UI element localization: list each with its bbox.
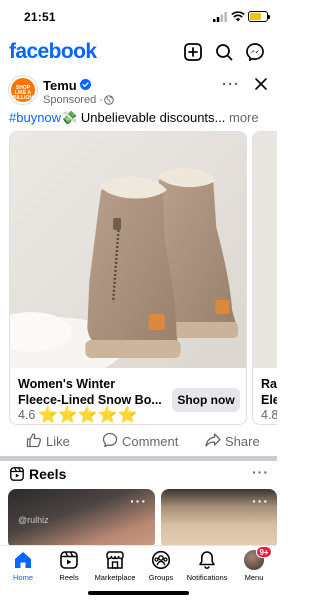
globe-icon — [104, 95, 114, 105]
search-icon[interactable] — [215, 43, 233, 61]
facebook-logo[interactable]: facebook — [9, 40, 97, 64]
post-options-icon[interactable]: ··· — [222, 76, 240, 93]
product-rating: 4.6 — [18, 408, 36, 422]
reels-icon — [60, 551, 78, 569]
caption-emoji: 💸 — [61, 110, 78, 125]
post-action-bar: Like Comment Share — [0, 430, 277, 452]
post-header: SHOP LIKE A BILLIONAIRE Temu Sponsored ·… — [0, 72, 277, 110]
nav-marketplace[interactable]: Marketplace — [90, 550, 140, 590]
nav-home[interactable]: Home — [0, 550, 48, 590]
marketplace-icon — [106, 551, 124, 569]
comment-icon — [102, 432, 118, 448]
reels-title: Reels — [29, 466, 67, 482]
reel-options-icon[interactable]: ··· — [130, 493, 147, 509]
nav-notifications[interactable]: Notifications — [182, 550, 232, 590]
reels-icon — [10, 467, 24, 481]
reels-options-icon[interactable]: ··· — [252, 464, 269, 480]
reel-options-icon[interactable]: ··· — [252, 493, 269, 509]
home-indicator — [88, 591, 189, 595]
verified-badge-icon — [80, 79, 91, 90]
share-icon — [205, 433, 221, 447]
battery-icon — [248, 11, 270, 22]
reel-thumbnail[interactable]: ··· @rulhiz — [8, 489, 155, 549]
sponsored-label: Sponsored · — [43, 94, 103, 106]
product-card[interactable]: Rac Ele 4.8 — [252, 131, 277, 425]
shop-now-button[interactable]: Shop now — [172, 388, 240, 412]
hashtag-link[interactable]: #buynow — [9, 110, 61, 125]
app-header: facebook — [0, 36, 277, 70]
home-icon — [15, 552, 31, 568]
status-time: 21:51 — [24, 10, 56, 24]
messenger-icon[interactable] — [246, 43, 264, 61]
feed-separator — [0, 456, 277, 461]
temu-avatar[interactable]: SHOP LIKE A BILLIONAIRE — [9, 76, 37, 104]
reel-creator: @rulhiz — [18, 515, 49, 525]
nav-reels[interactable]: Reels — [44, 550, 94, 590]
post-caption: #buynow💸 Unbelievable discounts... more — [9, 110, 271, 126]
nav-menu[interactable]: 9+ Menu — [229, 546, 279, 590]
page-name[interactable]: Temu — [43, 78, 77, 93]
nav-groups[interactable]: Groups — [136, 550, 186, 590]
cellular-signal-icon — [213, 12, 227, 22]
profile-avatar: 9+ — [244, 546, 272, 570]
product-title[interactable]: Women's Winter Fleece-Lined Snow Bo... — [18, 376, 168, 408]
reels-header: Reels ··· — [0, 464, 277, 486]
wifi-icon — [231, 11, 245, 22]
notification-badge: 9+ — [256, 546, 272, 558]
reel-thumbnail[interactable]: ··· — [161, 489, 277, 549]
product-rating: 4.8 — [261, 408, 277, 422]
see-more-link[interactable]: more — [225, 110, 259, 125]
groups-icon — [151, 550, 171, 570]
status-bar: 21:51 — [0, 0, 277, 34]
close-icon[interactable] — [254, 77, 268, 91]
product-title[interactable]: Rac Ele — [261, 376, 277, 408]
caption-text: Unbelievable discounts... — [77, 110, 226, 125]
product-image[interactable] — [253, 132, 277, 368]
thumbs-up-icon — [26, 433, 42, 448]
rating-stars: ⭐⭐⭐⭐⭐ — [38, 407, 138, 424]
create-post-icon[interactable] — [184, 43, 202, 61]
snow-boots-image[interactable] — [10, 132, 246, 368]
product-card[interactable]: Women's Winter Fleece-Lined Snow Bo... 4… — [9, 131, 247, 425]
bell-icon — [199, 551, 215, 569]
product-carousel[interactable]: Women's Winter Fleece-Lined Snow Bo... 4… — [0, 131, 277, 427]
